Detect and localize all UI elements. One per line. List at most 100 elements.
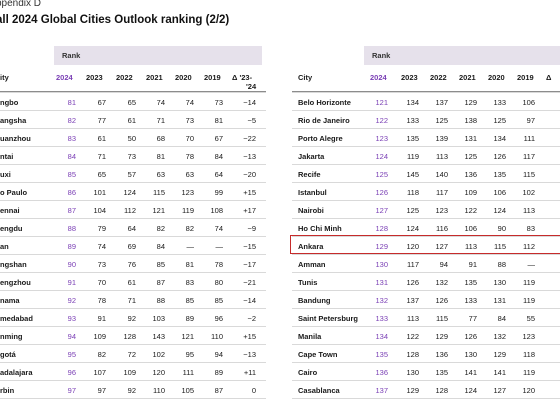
cell-value-2024: 137: [375, 386, 388, 395]
table-row: Bandung 132 137 126 133 131 119 +: [292, 290, 560, 308]
cell-value-2019: 80: [214, 278, 223, 287]
column-header-2023: 2023: [86, 73, 103, 82]
cell-value-2024: 93: [67, 314, 76, 323]
column-header-2019: 2019: [204, 73, 221, 82]
cell-value-2023: 125: [406, 206, 419, 215]
cell-value-2019: 119: [523, 368, 535, 377]
cell-value-2022: 73: [127, 152, 136, 161]
cell-value-2021: 120: [152, 368, 165, 377]
cell-value-2019: 74: [214, 224, 223, 233]
cell-value-delta: −: [540, 332, 560, 341]
column-header-2024: 2024: [56, 73, 73, 82]
cell-value-2021: 63: [156, 170, 165, 179]
cell-value-delta: −15: [243, 242, 256, 251]
cell-value-2020: 84: [497, 314, 506, 323]
table-row: Recife 125 145 140 136 135 115 +: [292, 164, 560, 182]
cell-value-2019: 87: [214, 386, 223, 395]
cell-city: Amman: [298, 260, 326, 269]
cell-value-2021: 130: [464, 350, 477, 359]
cell-value-2020: 74: [185, 98, 194, 107]
cell-value-2020: 131: [493, 296, 506, 305]
cell-value-delta: −: [540, 152, 560, 161]
cell-value-2021: 106: [464, 224, 477, 233]
cell-value-2020: 125: [493, 116, 506, 125]
cell-value-delta: −21: [243, 278, 256, 287]
cell-value-2021: 125: [464, 152, 477, 161]
cell-city: ntai: [0, 152, 14, 161]
cell-value-2023: 107: [93, 368, 106, 377]
cell-value-2022: 126: [435, 296, 448, 305]
cell-city: nama: [0, 296, 20, 305]
table-row: ntai 84 71 73 81 78 84 −13: [0, 146, 266, 164]
column-header-city: City: [298, 73, 313, 82]
cell-value-2021: 122: [464, 206, 477, 215]
cell-value-2024: 94: [67, 332, 76, 341]
cell-city: engzhou: [0, 278, 31, 287]
table-row: Cape Town 135 128 136 130 129 118−: [292, 344, 560, 362]
cell-value-2024: 92: [67, 296, 76, 305]
cell-value-2023: 71: [97, 152, 106, 161]
page-header: ppendix D all 2024 Global Cities Outlook…: [0, 0, 296, 27]
cell-value-2023: 117: [407, 260, 419, 269]
cell-value-2022: 116: [436, 224, 448, 233]
cell-value-2019: 55: [526, 314, 535, 323]
cell-value-2024: 85: [67, 170, 76, 179]
cell-value-delta: +15: [243, 332, 256, 341]
cell-value-2020: 78: [185, 152, 194, 161]
cell-value-2022: 76: [127, 260, 136, 269]
cell-value-2022: 109: [123, 368, 136, 377]
cell-city: Belo Horizonte: [298, 98, 351, 107]
cell-value-2024: 125: [375, 170, 388, 179]
cell-value-delta: 0: [251, 386, 256, 395]
column-header-2020: 2020: [175, 73, 192, 82]
cell-value-2022: 69: [127, 242, 136, 251]
cell-value-2022: 115: [436, 314, 448, 323]
cell-value-2020: 135: [493, 170, 506, 179]
table-row: Manila 134 122 129 126 132 123−: [292, 326, 560, 344]
cell-value-2023: 130: [406, 368, 419, 377]
cell-value-2022: 129: [435, 332, 448, 341]
cell-value-2022: 128: [435, 386, 448, 395]
cell-value-2022: 135: [435, 368, 448, 377]
rank-header-label: Rank: [372, 51, 391, 60]
cell-city: Saint Petersburg: [298, 314, 359, 323]
table-row: rbin 97 97 92 110 105 87 0: [0, 380, 266, 398]
cell-value-2020: 106: [493, 188, 506, 197]
cell-value-2022: 61: [127, 116, 136, 125]
cell-city: Rio de Janeiro: [298, 116, 350, 125]
cell-value-2023: 104: [93, 206, 106, 215]
cell-value-2024: 122: [375, 116, 388, 125]
cell-value-2019: 113: [523, 206, 535, 215]
cell-value-2024: 89: [67, 242, 76, 251]
cell-value-2021: 133: [464, 296, 477, 305]
cell-value-2021: 74: [156, 98, 165, 107]
table-row: an 89 74 69 84 — — −15: [0, 236, 266, 254]
cell-value-2021: 103: [152, 314, 165, 323]
cell-value-2024: 124: [375, 152, 388, 161]
cell-value-2021: 115: [153, 188, 165, 197]
cell-value-2021: 88: [156, 296, 165, 305]
cell-value-2024: 88: [67, 224, 76, 233]
cell-value-2020: —: [186, 242, 195, 251]
table-row: Nairobi 127 125 123 122 124 113−: [292, 200, 560, 218]
cell-value-2020: 73: [185, 116, 194, 125]
cell-city: engdu: [0, 224, 23, 233]
table-row: nama 92 78 71 88 85 85 −14: [0, 290, 266, 308]
cell-value-2021: 77: [468, 314, 477, 323]
cell-value-delta: −14: [243, 296, 256, 305]
table-row: uanzhou 83 61 50 68 70 67 −22: [0, 128, 266, 146]
table-row: gotá 95 82 72 102 95 94 −13: [0, 344, 266, 362]
cell-city: medabad: [0, 314, 33, 323]
cell-value-2021: 135: [464, 278, 477, 287]
cell-value-2019: 111: [523, 134, 535, 143]
cell-value-delta: +: [540, 296, 560, 305]
cell-value-2020: 70: [185, 134, 194, 143]
cell-value-delta: −9: [247, 224, 256, 233]
cell-value-2020: 130: [493, 278, 506, 287]
cell-value-delta: −: [540, 350, 560, 359]
cell-value-2022: 136: [435, 350, 448, 359]
cell-value-2022: 65: [127, 98, 136, 107]
column-header-delta: Δ: [546, 73, 552, 82]
cell-value-2019: 106: [522, 98, 535, 107]
table-row: medabad 93 91 92 103 89 96 −2: [0, 308, 266, 326]
